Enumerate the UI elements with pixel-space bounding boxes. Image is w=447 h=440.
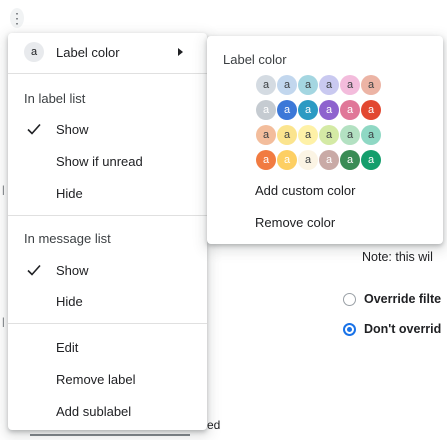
color-swatch[interactable]: a xyxy=(256,125,276,145)
color-swatch[interactable]: a xyxy=(298,100,318,120)
color-swatch[interactable]: a xyxy=(340,100,360,120)
add-custom-color-button[interactable]: Add custom color xyxy=(255,183,355,198)
menu-item-label: Show xyxy=(56,262,89,278)
color-swatch[interactable]: a xyxy=(340,150,360,170)
menu-item-add-sublabel[interactable]: Add sublabel xyxy=(8,396,207,426)
menu-item-label: Edit xyxy=(56,339,79,355)
color-swatch[interactable]: a xyxy=(361,150,381,170)
color-swatch[interactable]: a xyxy=(256,100,276,120)
menu-item-label: Hide xyxy=(56,293,83,309)
remove-color-button[interactable]: Remove color xyxy=(255,215,335,230)
note-text: Note: this wil xyxy=(362,250,433,264)
menu-item-label-list-show[interactable]: Show xyxy=(8,114,207,144)
menu-item-label-list-show-if-unread[interactable]: Show if unread xyxy=(8,146,207,176)
radio-icon xyxy=(343,292,356,306)
radio-override-filters[interactable]: Override filte xyxy=(343,292,441,306)
menu-item-message-list-show[interactable]: Show xyxy=(8,255,207,285)
checkmark-icon xyxy=(27,264,41,276)
label-context-menu: a Label color In label list Show Show if… xyxy=(8,33,207,430)
radio-dont-override[interactable]: Don't overrid xyxy=(343,322,441,336)
checkmark-icon xyxy=(27,123,41,135)
color-swatch[interactable]: a xyxy=(256,150,276,170)
radio-label: Override filte xyxy=(364,292,442,306)
color-swatch[interactable]: a xyxy=(340,75,360,95)
label-color-submenu: Label color aaaaaaaaaaaaaaaaaaaaaaaa Add… xyxy=(207,36,443,244)
color-swatch-grid: aaaaaaaaaaaaaaaaaaaaaaaa xyxy=(256,75,382,171)
color-swatch[interactable]: a xyxy=(277,150,297,170)
label-color-badge: a xyxy=(24,42,44,62)
menu-item-label-list-hide[interactable]: Hide xyxy=(8,178,207,208)
color-swatch[interactable]: a xyxy=(319,150,339,170)
menu-divider xyxy=(8,73,207,74)
color-swatch[interactable]: a xyxy=(361,125,381,145)
color-swatch[interactable]: a xyxy=(361,75,381,95)
menu-item-label: Show if unread xyxy=(56,153,143,169)
color-swatch[interactable]: a xyxy=(319,100,339,120)
menu-item-label: Add sublabel xyxy=(56,403,132,419)
background-fragment: | xyxy=(2,317,5,328)
section-header-label-list: In label list xyxy=(24,91,86,106)
color-swatch[interactable]: a xyxy=(361,100,381,120)
menu-divider xyxy=(8,323,207,324)
background-divider xyxy=(30,434,190,436)
menu-item-edit[interactable]: Edit xyxy=(8,332,207,362)
more-options-icon[interactable]: ⋮ xyxy=(10,8,24,28)
color-swatch[interactable]: a xyxy=(319,75,339,95)
menu-item-label: Remove label xyxy=(56,371,136,387)
submenu-title: Label color xyxy=(223,52,287,67)
color-swatch[interactable]: a xyxy=(298,125,318,145)
section-header-message-list: In message list xyxy=(24,231,111,246)
menu-item-label: Show xyxy=(56,121,89,137)
background-fragment: | xyxy=(2,185,5,196)
menu-item-label-color[interactable]: a Label color xyxy=(8,37,207,67)
color-swatch[interactable]: a xyxy=(277,100,297,120)
menu-item-message-list-hide[interactable]: Hide xyxy=(8,286,207,316)
color-swatch[interactable]: a xyxy=(319,125,339,145)
color-swatch[interactable]: a xyxy=(298,75,318,95)
radio-label: Don't overrid xyxy=(364,322,442,336)
radio-selected-icon xyxy=(343,322,356,336)
background-text-fragment: ed xyxy=(207,418,221,432)
menu-item-label: Hide xyxy=(56,185,83,201)
color-swatch[interactable]: a xyxy=(277,75,297,95)
menu-item-remove-label[interactable]: Remove label xyxy=(8,364,207,394)
color-swatch[interactable]: a xyxy=(256,75,276,95)
color-swatch[interactable]: a xyxy=(340,125,360,145)
menu-divider xyxy=(8,215,207,216)
color-swatch[interactable]: a xyxy=(298,150,318,170)
menu-item-label: Label color xyxy=(56,44,120,60)
chevron-right-icon xyxy=(178,48,183,56)
color-swatch[interactable]: a xyxy=(277,125,297,145)
